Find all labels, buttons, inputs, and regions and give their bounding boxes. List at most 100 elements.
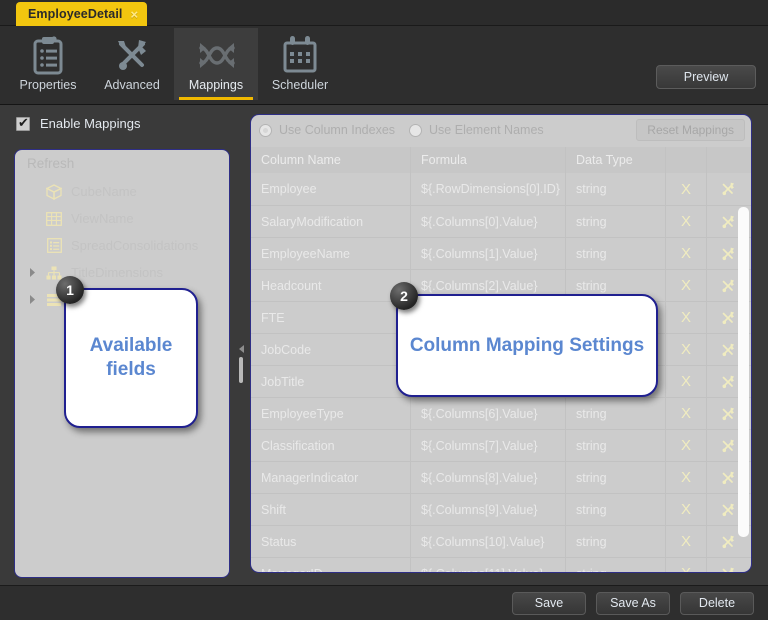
preview-button[interactable]: Preview — [656, 65, 756, 89]
enable-mappings-checkbox[interactable]: Enable Mappings — [16, 115, 141, 131]
cell-data-type: string — [566, 494, 666, 525]
ribbon-label-advanced: Advanced — [104, 78, 160, 92]
radio-use-element-names[interactable]: Use Element Names — [409, 123, 544, 137]
delete-row-icon[interactable]: X — [666, 366, 707, 397]
table-row[interactable]: Status ${.Columns[10].Value} string X — [251, 525, 751, 557]
table-row[interactable]: EmployeeType ${.Columns[6].Value} string X — [251, 397, 751, 429]
cell-data-type: string — [566, 398, 666, 429]
tree-item-label: SpreadConsolidations — [71, 238, 199, 253]
delete-row-icon[interactable]: X — [666, 558, 707, 572]
radio-label: Use Element Names — [429, 123, 544, 137]
ribbon-button-scheduler[interactable]: Scheduler — [258, 28, 342, 100]
ribbon-toolbar: Properties Advanced Mappings Scheduler P… — [0, 26, 768, 105]
save-button[interactable]: Save — [512, 591, 586, 615]
delete-button-label: Delete — [698, 596, 736, 610]
scrollbar-thumb[interactable] — [738, 207, 749, 537]
cell-formula: ${.RowDimensions[0].ID} — [411, 173, 566, 205]
ribbon-button-advanced[interactable]: Advanced — [90, 28, 174, 100]
cell-data-type: string — [566, 173, 666, 205]
table-row[interactable]: Employee ${.RowDimensions[0].ID} string X — [251, 173, 751, 205]
application-window: EmployeeDetail × Properties Advanced Map… — [0, 0, 768, 620]
delete-row-icon[interactable]: X — [666, 526, 707, 557]
delete-row-icon[interactable]: X — [666, 173, 707, 205]
cell-formula: ${.Columns[9].Value} — [411, 494, 566, 525]
document-tab-label: EmployeeDetail — [28, 7, 123, 21]
delete-row-icon[interactable]: X — [666, 238, 707, 269]
cell-column-name: ManagerIndicator — [251, 462, 411, 493]
cell-formula: ${.Columns[8].Value} — [411, 462, 566, 493]
ribbon-label-mappings: Mappings — [188, 78, 244, 92]
callout-column-mapping-settings: Column Mapping Settings — [396, 294, 658, 397]
mapping-options-toolbar: Use Column Indexes Use Element Names Res… — [251, 115, 751, 145]
document-tabstrip: EmployeeDetail × — [0, 0, 768, 26]
table-row[interactable]: ManagerID${.Columns[11].Value}stringX — [251, 557, 751, 572]
ribbon-button-properties[interactable]: Properties — [6, 28, 90, 100]
grid-header-row: Column Name Formula Data Type — [251, 147, 751, 173]
radio-label: Use Column Indexes — [279, 123, 396, 137]
cell-formula: ${.Columns[1].Value} — [411, 238, 566, 269]
cell-column-name: Headcount — [251, 270, 411, 301]
callout-badge-1: 1 — [56, 276, 84, 304]
cell-formula: ${.Columns[11].Value} — [411, 558, 566, 572]
cell-column-name: Status — [251, 526, 411, 557]
table-row[interactable]: SalaryModification ${.Columns[0].Value} st… — [251, 205, 751, 237]
cell-data-type: string — [566, 558, 666, 572]
callout-badge-2: 2 — [390, 282, 418, 310]
tree-item-label: ViewName — [71, 211, 134, 226]
delete-row-icon[interactable]: X — [666, 462, 707, 493]
cell-data-type: string — [566, 238, 666, 269]
save-as-button[interactable]: Save As — [596, 591, 670, 615]
ribbon-button-mappings[interactable]: Mappings — [174, 28, 258, 100]
cell-data-type: string — [566, 462, 666, 493]
delete-row-icon[interactable]: X — [666, 206, 707, 237]
reset-mappings-label: Reset Mappings — [647, 123, 734, 137]
ribbon-label-properties: Properties — [19, 78, 77, 92]
cube-icon — [44, 183, 64, 201]
panel-splitter[interactable] — [234, 149, 248, 578]
delete-row-icon[interactable]: X — [666, 398, 707, 429]
cell-column-name: JobCode — [251, 334, 411, 365]
table-row[interactable]: ManagerIndicator ${.Columns[8].Value} stri… — [251, 461, 751, 493]
table-row[interactable]: EmployeeName ${.Columns[1].Value} string X — [251, 237, 751, 269]
delete-row-icon[interactable]: X — [666, 494, 707, 525]
table-row[interactable]: Classification ${.Columns[7].Value} string… — [251, 429, 751, 461]
available-fields-title: Refresh — [27, 156, 75, 171]
enable-mappings-label: Enable Mappings — [40, 116, 141, 131]
cell-formula: ${.Columns[0].Value} — [411, 206, 566, 237]
close-icon[interactable]: × — [131, 8, 139, 21]
delete-button[interactable]: Delete — [680, 591, 754, 615]
delete-row-icon[interactable]: X — [666, 334, 707, 365]
chevron-right-icon[interactable] — [27, 295, 37, 304]
delete-row-icon[interactable]: X — [666, 302, 707, 333]
tree-item-cubename[interactable]: CubeName — [15, 178, 229, 205]
clipboard-icon — [30, 34, 66, 76]
cell-formula: ${.Columns[10].Value} — [411, 526, 566, 557]
mapping-grid-scrollbar[interactable] — [738, 149, 749, 564]
tree-item-titledimensions[interactable]: TitleDimensions — [15, 259, 229, 286]
delete-row-icon[interactable]: X — [666, 270, 707, 301]
radio-use-column-indexes[interactable]: Use Column Indexes — [259, 123, 395, 137]
tools-icon — [112, 34, 152, 76]
shuffle-icon — [195, 34, 237, 76]
cell-data-type: string — [566, 526, 666, 557]
chevron-left-icon[interactable] — [238, 344, 244, 353]
tree-item-spreadconsolidations[interactable]: SpreadConsolidations — [15, 232, 229, 259]
table-icon — [44, 210, 64, 228]
document-tab-employeedetail[interactable]: EmployeeDetail × — [16, 2, 148, 26]
reset-mappings-button[interactable]: Reset Mappings — [636, 119, 745, 141]
cell-data-type: string — [566, 206, 666, 237]
tree-item-label: TitleDimensions — [71, 265, 163, 280]
radio-indicator-icon — [409, 123, 423, 137]
splitter-grip[interactable] — [239, 356, 243, 383]
chevron-right-icon[interactable] — [27, 268, 37, 277]
ribbon-label-scheduler: Scheduler — [271, 78, 329, 92]
delete-row-icon[interactable]: X — [666, 430, 707, 461]
callout-text: Column Mapping Settings — [409, 335, 645, 356]
cell-column-name: EmployeeType — [251, 398, 411, 429]
cell-column-name: FTE — [251, 302, 411, 333]
cell-column-name: ManagerID — [251, 558, 411, 572]
tree-item-viewname[interactable]: ViewName — [15, 205, 229, 232]
cell-column-name: Employee — [251, 173, 411, 205]
table-row[interactable]: Shift ${.Columns[9].Value} string X — [251, 493, 751, 525]
cell-data-type: string — [566, 430, 666, 461]
